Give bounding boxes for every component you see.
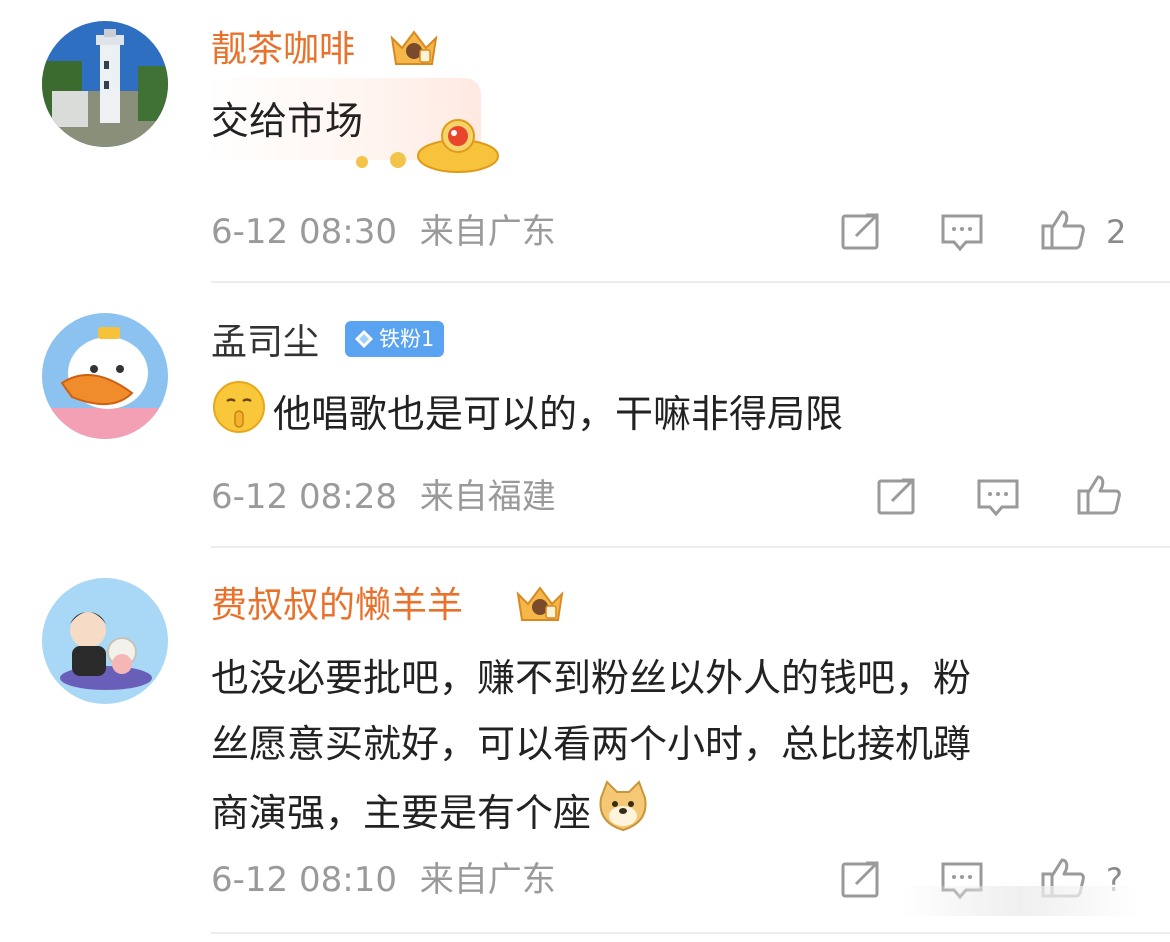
- doge-emoji-icon: [595, 778, 651, 853]
- thumbs-up-icon[interactable]: [1040, 208, 1088, 252]
- username[interactable]: 靓茶咖啡: [211, 26, 355, 74]
- comment-time: 6-12 08:28: [211, 477, 397, 517]
- username[interactable]: 费叔叔的懒羊羊: [211, 582, 463, 630]
- reply-icon[interactable]: [974, 475, 1022, 519]
- comment-location: 来自广东: [419, 212, 556, 252]
- comment-time: 6-12 08:30: [211, 212, 397, 252]
- avatar[interactable]: [42, 313, 168, 439]
- comment-location: 来自广东: [419, 860, 556, 900]
- comment-text-line: 也没必要批吧，赚不到粉丝以外人的钱吧，粉: [211, 656, 972, 700]
- gold-ingot-decoration-icon: [348, 110, 500, 180]
- badge-label: 铁粉1: [379, 327, 435, 351]
- divider: [211, 932, 1170, 934]
- comment-time: 6-12 08:10: [211, 860, 397, 900]
- avatar[interactable]: [42, 21, 168, 147]
- share-icon[interactable]: [838, 858, 886, 902]
- comment-text-content: 商演强，主要是有个座: [211, 791, 592, 835]
- comment-text-content: 他唱歌也是可以的，干嘛非得局限: [273, 392, 844, 436]
- thumbs-up-icon[interactable]: [1076, 473, 1124, 517]
- fan-badge: 铁粉1: [345, 321, 445, 357]
- username[interactable]: 孟司尘: [211, 319, 319, 367]
- comment-text-line-with-emoji: 商演强，主要是有个座: [211, 778, 651, 853]
- comment-item: 靓茶咖啡 交给市场 6-12 08:30 来自广东 2: [0, 0, 1170, 283]
- comment-text-line: 丝愿意买就好，可以看两个小时，总比接机蹲: [211, 722, 972, 766]
- comment-text: 交给市场: [211, 99, 364, 143]
- comment-text: 他唱歌也是可以的，干嘛非得局限: [211, 379, 843, 454]
- comment-location: 来自福建: [419, 477, 556, 517]
- comment-meta: 6-12 08:30 来自广东: [211, 210, 556, 254]
- comment-meta: 6-12 08:28 来自福建: [211, 475, 556, 519]
- comment-item: 费叔叔的懒羊羊 也没必要批吧，赚不到粉丝以外人的钱吧，粉 丝愿意买就好，可以看两…: [0, 548, 1170, 942]
- vip-crown-icon: [386, 24, 442, 72]
- like-count: 2: [1106, 213, 1127, 251]
- share-icon[interactable]: [838, 210, 886, 254]
- vip-crown-icon: [512, 580, 568, 628]
- comment-item: 孟司尘 铁粉1 他唱歌也是可以的，干嘛非得局限 6-12 08:28 来自福建: [0, 283, 1170, 548]
- diamond-icon: [355, 330, 373, 348]
- avatar[interactable]: [42, 578, 168, 704]
- shush-emoji-icon: [211, 379, 267, 454]
- reply-icon[interactable]: [938, 210, 986, 254]
- share-icon[interactable]: [874, 475, 922, 519]
- watermark: [900, 886, 1140, 916]
- comment-meta: 6-12 08:10 来自广东: [211, 858, 556, 902]
